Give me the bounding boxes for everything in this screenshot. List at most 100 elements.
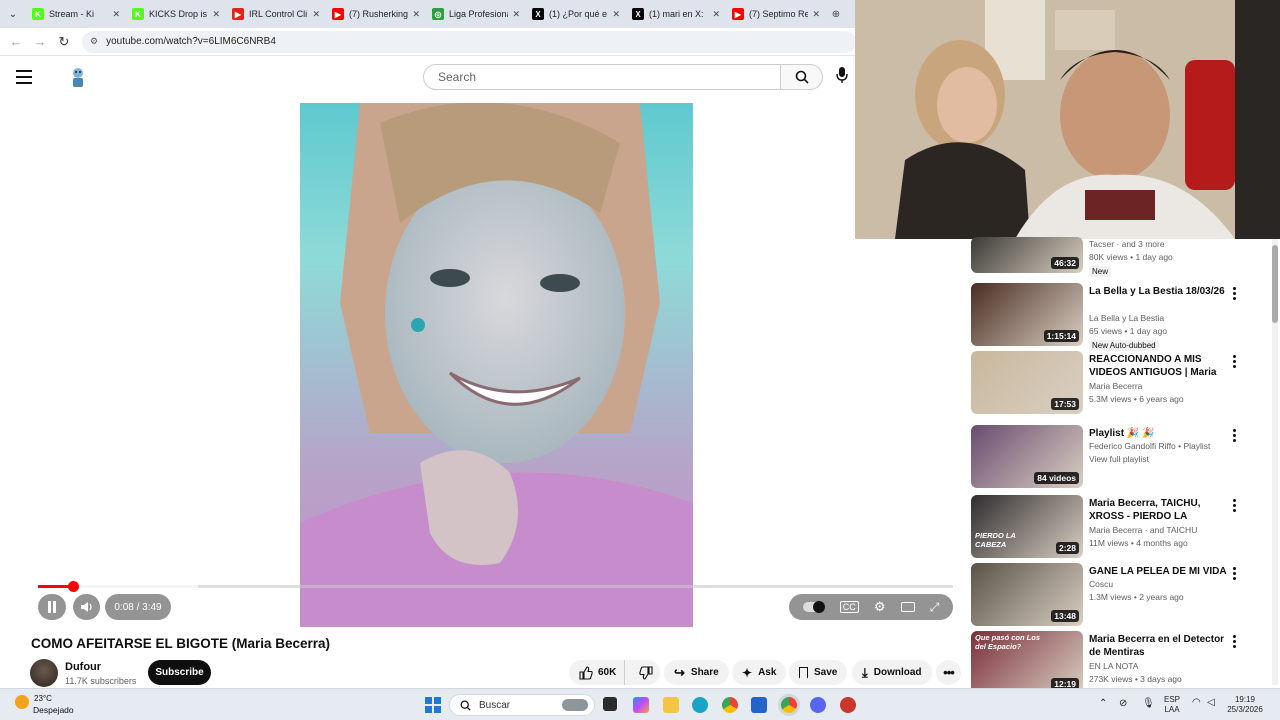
tab-close-icon[interactable]: ✕: [112, 9, 120, 20]
recommended-video[interactable]: 1:15:14 La Bella y La Bestia 18/03/26 La B…: [971, 283, 1251, 351]
download-button[interactable]: ⤓ Download: [852, 660, 932, 685]
more-actions-button[interactable]: •••: [936, 660, 961, 685]
more-vertical-icon[interactable]: [1229, 355, 1239, 369]
recommended-channel[interactable]: Tacser · and 3 more: [1089, 239, 1165, 249]
share-button[interactable]: ↪ Share: [664, 660, 729, 685]
more-vertical-icon[interactable]: [1229, 567, 1239, 581]
microphone-icon[interactable]: [836, 66, 856, 88]
subscribe-button[interactable]: Subscribe: [148, 660, 211, 685]
task-view-icon[interactable]: [603, 697, 617, 711]
progress-scrubber-handle[interactable]: [67, 581, 79, 592]
browser-tab[interactable]: X (1) ¿Por qué e ✕: [526, 0, 626, 28]
volume-button[interactable]: [73, 594, 100, 620]
search-button[interactable]: [781, 64, 823, 90]
recommended-video[interactable]: 12:19 Que pasó con Los del Espacio? Maria …: [971, 631, 1251, 695]
autoplay-toggle-icon[interactable]: [802, 601, 825, 613]
video-frame[interactable]: [300, 103, 693, 627]
scrollbar-thumb[interactable]: [1272, 245, 1278, 323]
recommended-channel[interactable]: EN LA NOTA: [1089, 661, 1138, 671]
start-button-windows-icon[interactable]: [425, 697, 441, 713]
recommended-video-title[interactable]: REACCIONANDO A MIS VIDEOS ANTIGUOS | Mar…: [1089, 353, 1227, 379]
recommended-video[interactable]: 84 videos Playlist 🎉 🎉 Federico Gandolfi R…: [971, 425, 1251, 489]
pause-button[interactable]: [38, 594, 66, 620]
tray-network-off-icon[interactable]: ⊘: [1119, 699, 1127, 709]
tray-clock[interactable]: 19:19 25/3/2026: [1222, 695, 1268, 715]
tab-close-icon[interactable]: ✕: [212, 9, 220, 20]
new-tab-globe-icon[interactable]: ⊕: [826, 0, 846, 28]
more-vertical-icon[interactable]: [1229, 499, 1239, 513]
weather-widget[interactable]: 23°C Despejado: [12, 693, 92, 717]
app-red-icon[interactable]: [840, 697, 856, 713]
video-thumbnail[interactable]: 84 videos: [971, 425, 1083, 488]
recommended-video[interactable]: 13:48 GANE LA PELEA DE MI VIDA Coscu 1.3M v…: [971, 563, 1251, 627]
chrome-icon[interactable]: [722, 697, 738, 713]
tray-volume-icon[interactable]: ◁: [1207, 698, 1215, 708]
recommended-channel[interactable]: Maria Becerra: [1089, 381, 1142, 391]
video-thumbnail[interactable]: 2:28 PIERDO LA CABEZA: [971, 495, 1083, 558]
channel-name[interactable]: Dufour: [65, 661, 101, 673]
tray-mic-icon[interactable]: 🎙: [1142, 699, 1155, 709]
video-thumbnail[interactable]: 1:15:14: [971, 283, 1083, 346]
tab-close-icon[interactable]: ✕: [512, 9, 520, 20]
channel-logo-icon[interactable]: [68, 66, 88, 88]
recommended-video-title[interactable]: GANE LA PELEA DE MI VIDA: [1089, 565, 1227, 578]
video-thumbnail[interactable]: 17:53: [971, 351, 1083, 414]
edge-browser-icon[interactable]: [692, 697, 708, 713]
more-vertical-icon[interactable]: [1229, 287, 1239, 301]
theater-mode-icon[interactable]: [900, 602, 915, 612]
more-vertical-icon[interactable]: [1229, 429, 1239, 443]
tray-wifi-icon[interactable]: ◠: [1192, 698, 1201, 708]
browser-tab[interactable]: X (1) mari en X: ✕: [626, 0, 726, 28]
back-arrow-icon[interactable]: ←: [4, 34, 28, 49]
save-button[interactable]: Save: [789, 660, 848, 685]
tab-close-icon[interactable]: ✕: [612, 9, 620, 20]
video-thumbnail[interactable]: 46:32: [971, 237, 1083, 273]
browser-tab[interactable]: K KICKS Drop is ✕: [126, 0, 226, 28]
tab-search-chevron-icon[interactable]: ⌄: [0, 0, 26, 28]
tray-language[interactable]: ESP LAA: [1160, 695, 1184, 715]
recommended-channel[interactable]: Federico Gandolfi Riffo • Playlist: [1089, 441, 1210, 451]
browser-tab[interactable]: ◎ Liga Profesional ✕: [426, 0, 526, 28]
reload-icon[interactable]: ↻: [52, 34, 76, 50]
recommended-video-title[interactable]: Maria Becerra en el Detector de Mentiras: [1089, 633, 1227, 659]
tray-chevron-icon[interactable]: ⌃: [1099, 699, 1107, 709]
recommended-video-title[interactable]: La Bella y La Bestia 18/03/26: [1089, 285, 1227, 298]
browser-tab[interactable]: ▶ (7) Rusherking ✕: [326, 0, 426, 28]
discord-icon[interactable]: [810, 697, 826, 713]
site-info-icon[interactable]: ⚙: [90, 36, 98, 47]
video-thumbnail[interactable]: 13:48: [971, 563, 1083, 626]
recommended-video[interactable]: 2:28 PIERDO LA CABEZA Maria Becerra, TAICH…: [971, 495, 1251, 559]
video-player[interactable]: 0:08 / 3:49 CC ⚙ ⤢: [0, 103, 968, 627]
hamburger-menu-icon[interactable]: [16, 70, 32, 84]
video-thumbnail[interactable]: 12:19 Que pasó con Los del Espacio?: [971, 631, 1083, 694]
tab-close-icon[interactable]: ✕: [312, 9, 320, 20]
captions-icon[interactable]: CC: [839, 601, 859, 613]
forward-arrow-icon[interactable]: →: [28, 34, 52, 49]
taskbar-search[interactable]: Buscar: [449, 694, 595, 716]
browser-tab[interactable]: ▶ (7) Septimo Re ✕: [726, 0, 826, 28]
browser-tab[interactable]: K Stream - Ki ✕: [26, 0, 126, 28]
recommended-video-title[interactable]: Maria Becerra, TAICHU, XROSS - PIERDO LA…: [1089, 497, 1227, 523]
browser-tab[interactable]: ▶ IRL Control Cli ✕: [226, 0, 326, 28]
recommended-channel[interactable]: Coscu: [1089, 579, 1113, 589]
ask-button[interactable]: ✦ Ask: [732, 660, 787, 685]
chrome-active-icon[interactable]: [781, 697, 797, 713]
dislike-button[interactable]: [631, 660, 661, 685]
tab-close-icon[interactable]: ✕: [412, 9, 420, 20]
channel-avatar[interactable]: [30, 659, 58, 687]
tab-close-icon[interactable]: ✕: [712, 9, 720, 20]
recommended-channel[interactable]: La Bella y La Bestia: [1089, 313, 1164, 323]
search-input[interactable]: Search: [423, 64, 781, 90]
more-vertical-icon[interactable]: [1229, 635, 1239, 649]
settings-gear-icon[interactable]: ⚙: [874, 599, 886, 615]
recommended-video-title[interactable]: Playlist 🎉 🎉: [1089, 427, 1227, 440]
fullscreen-icon[interactable]: ⤢: [930, 600, 940, 615]
file-explorer-icon[interactable]: [663, 697, 679, 713]
recommended-channel[interactable]: Maria Becerra · and TAICHU: [1089, 525, 1197, 535]
recommended-video[interactable]: 17:53 REACCIONANDO A MIS VIDEOS ANTIGUOS …: [971, 351, 1251, 415]
progress-bar[interactable]: [38, 581, 953, 592]
tab-close-icon[interactable]: ✕: [812, 9, 820, 20]
url-field[interactable]: ⚙ youtube.com/watch?v=6LIM6C6NRB4: [82, 30, 856, 53]
store-icon[interactable]: [751, 697, 767, 713]
copilot-icon[interactable]: [633, 697, 649, 713]
